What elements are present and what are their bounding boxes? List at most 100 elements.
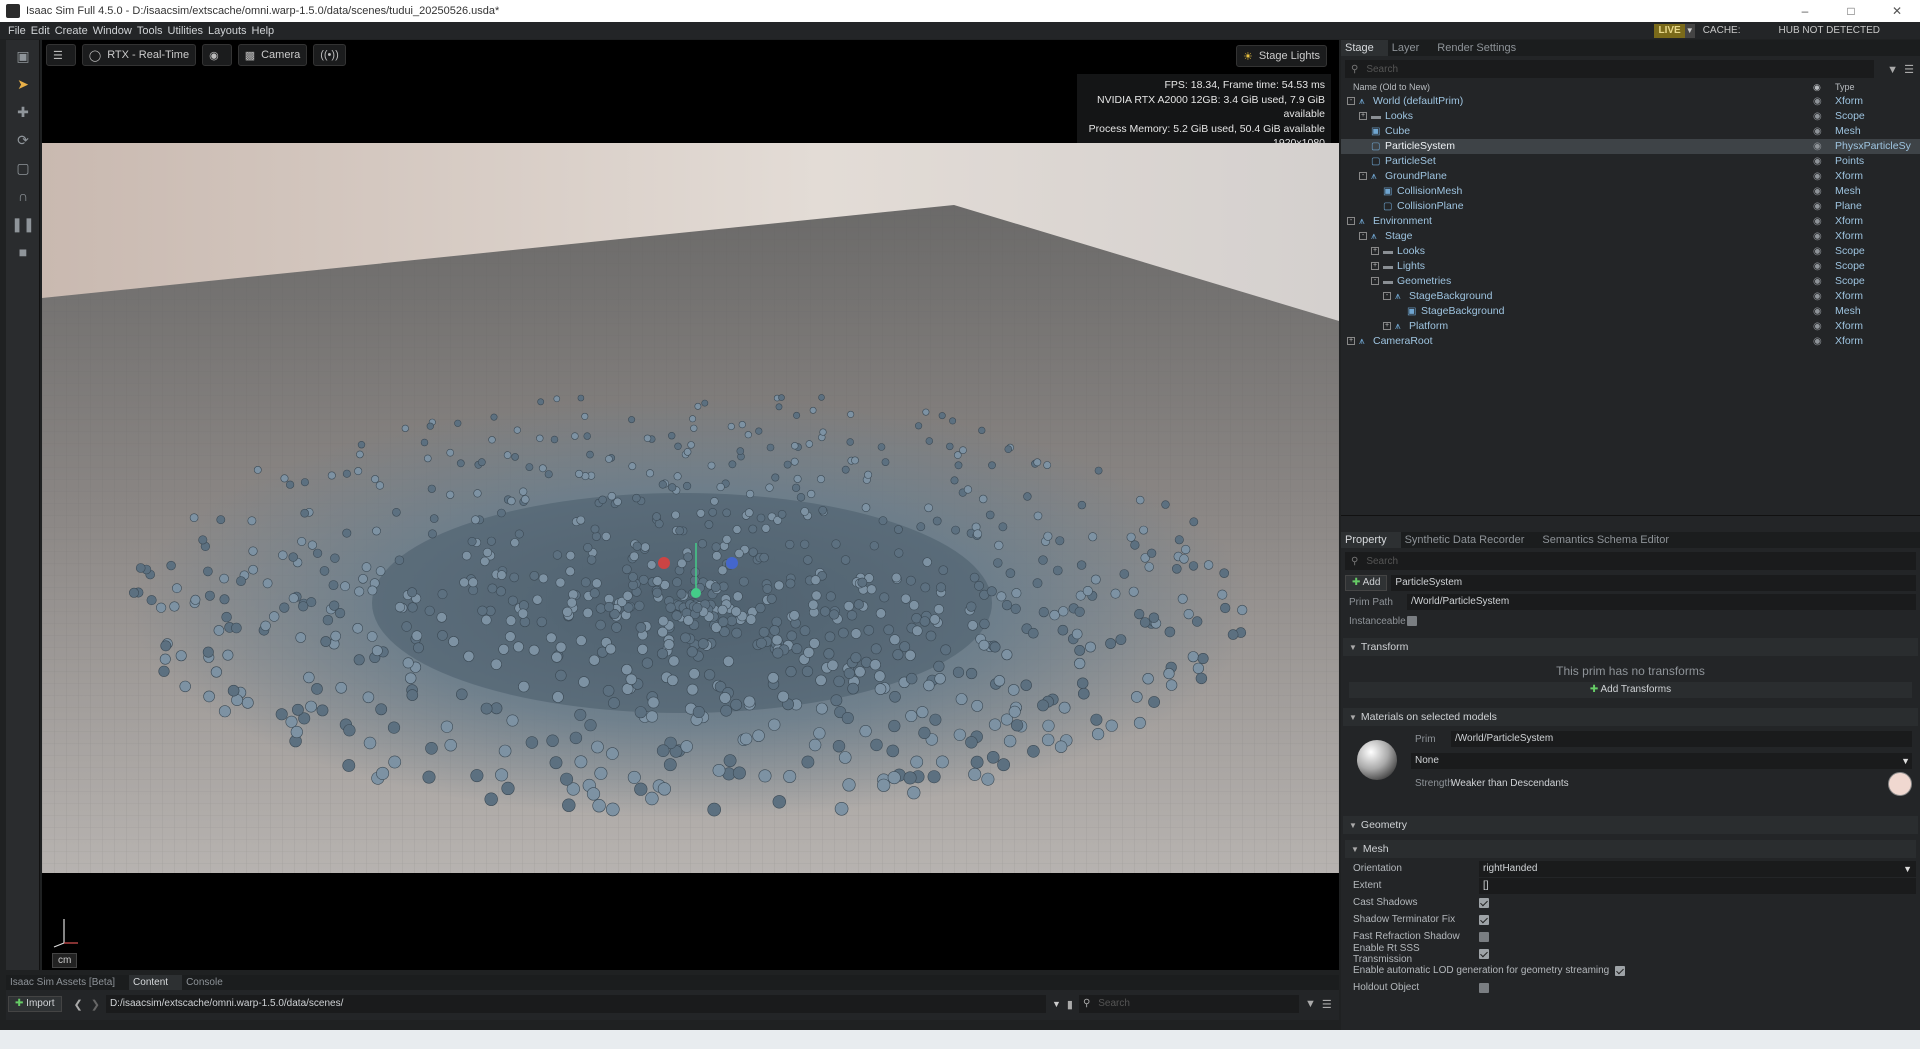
menu-edit[interactable]: Edit [31, 25, 50, 37]
stop-icon[interactable]: ■ [11, 240, 35, 264]
expand-icon[interactable]: + [1359, 112, 1367, 120]
menu-help[interactable]: Help [252, 25, 275, 37]
visibility-eye-icon[interactable]: ◉ [1813, 139, 1822, 154]
stage-tree-row[interactable]: - ⩚ StageBackground ◉ Xform [1341, 289, 1920, 304]
settings-button[interactable]: ☰ [46, 44, 76, 66]
add-transforms-button[interactable]: ✚ Add Transforms [1349, 682, 1912, 698]
geometry-section-header[interactable]: ▼ Geometry [1343, 816, 1918, 834]
visibility-eye-icon[interactable]: ◉ [1813, 229, 1822, 244]
stage-tree-row[interactable]: - ⩚ Stage ◉ Xform [1341, 229, 1920, 244]
expand-icon[interactable]: + [1383, 322, 1391, 330]
tab-content[interactable]: Content [129, 975, 183, 990]
visibility-eye-icon[interactable]: ◉ [1813, 304, 1822, 319]
visibility-eye-icon[interactable]: ◉ [1813, 214, 1822, 229]
stage-tree-row[interactable]: + ▬ Lights ◉ Scope [1341, 259, 1920, 274]
collapse-icon[interactable]: - [1359, 232, 1367, 240]
tab-isaac-sim-assets[interactable]: Isaac Sim Assets [Beta] [6, 975, 129, 990]
options-menu-icon[interactable]: ☰ [1904, 63, 1914, 76]
stage-tree-row[interactable]: ▢ ParticleSet ◉ Points [1341, 154, 1920, 169]
pause-icon[interactable]: ❚❚ [11, 212, 35, 236]
bookmark-icon[interactable]: ▮ [1067, 998, 1073, 1011]
stage-tree-row[interactable]: ▣ Cube ◉ Mesh [1341, 124, 1920, 139]
material-select[interactable]: None [1411, 753, 1912, 769]
prim-path-field[interactable]: /World/ParticleSystem [1407, 594, 1916, 610]
renderer-button[interactable]: ◯ RTX - Real-Time [81, 44, 197, 66]
visibility-eye-icon[interactable]: ◉ [1813, 94, 1822, 109]
visibility-eye-icon[interactable]: ◉ [1813, 124, 1822, 139]
geometry-checkbox[interactable] [1479, 931, 1489, 942]
tab-synthetic-data-recorder[interactable]: Synthetic Data Recorder [1401, 532, 1539, 548]
menu-layouts[interactable]: Layouts [208, 25, 247, 37]
avatar[interactable] [1888, 772, 1912, 796]
maximize-icon[interactable]: □ [1828, 0, 1874, 22]
visibility-eye-icon[interactable]: ◉ [1813, 289, 1822, 304]
filter-icon[interactable]: ▼ [1887, 64, 1898, 76]
col-type-header[interactable]: Type [1835, 82, 1855, 94]
stage-tree-row[interactable]: ▢ ParticleSystem ◉ PhysxParticleSy [1341, 139, 1920, 154]
stage-tree-row[interactable]: + ▬ Looks ◉ Scope [1341, 244, 1920, 259]
filter-icon[interactable]: ▼ [1305, 998, 1316, 1010]
visibility-button[interactable]: ◉ [202, 44, 232, 66]
visibility-eye-icon[interactable]: ◉ [1813, 184, 1822, 199]
viewport[interactable]: ☰ ◯ RTX - Real-Time ◉ ▩ Camera ((•)) ☀ Stag… [42, 40, 1339, 970]
live-button[interactable]: LIVE [1654, 23, 1685, 38]
broadcast-button[interactable]: ((•)) [313, 44, 346, 66]
scene-render[interactable] [42, 143, 1339, 873]
content-path-field[interactable]: D:/isaacsim/extscache/omni.warp-1.5.0/da… [105, 995, 1046, 1013]
snap-icon[interactable]: ∩ [11, 184, 35, 208]
prim-name-field[interactable]: ParticleSystem [1391, 575, 1916, 591]
stage-lights-button[interactable]: ☀ Stage Lights [1235, 45, 1327, 67]
select-arrow-icon[interactable]: ➤ [11, 72, 35, 96]
visibility-eye-icon[interactable]: ◉ [1813, 334, 1822, 349]
visibility-eye-icon[interactable]: ◉ [1813, 154, 1822, 169]
unit-label[interactable]: cm [52, 953, 78, 968]
tab-property[interactable]: Property [1341, 532, 1401, 548]
materials-section-header[interactable]: ▼ Materials on selected models [1343, 708, 1918, 726]
stage-tree-row[interactable]: - ⩚ World (defaultPrim) ◉ Xform [1341, 94, 1920, 109]
rotate-icon[interactable]: ⟳ [11, 128, 35, 152]
tab-layer[interactable]: Layer [1388, 40, 1434, 56]
camera-button[interactable]: ▩ Camera [237, 44, 308, 66]
geometry-checkbox[interactable] [1479, 948, 1489, 959]
scale-icon[interactable]: ▢ [11, 156, 35, 180]
visibility-eye-icon[interactable]: ◉ [1813, 169, 1822, 184]
tab-render-settings[interactable]: Render Settings [1433, 40, 1530, 56]
move-icon[interactable]: ✚ [11, 100, 35, 124]
visibility-eye-icon[interactable]: ◉ [1813, 199, 1822, 214]
back-icon[interactable]: ❮ [74, 998, 83, 1011]
stage-tree-row[interactable]: - ▬ Geometries ◉ Scope [1341, 274, 1920, 289]
stage-tree-row[interactable]: + ⩚ Platform ◉ Xform [1341, 319, 1920, 334]
menu-utilities[interactable]: Utilities [168, 25, 203, 37]
property-search-input[interactable]: ⚲ Search [1345, 552, 1916, 570]
content-search-input[interactable]: ⚲ Search [1078, 995, 1299, 1013]
geometry-checkbox[interactable] [1479, 982, 1489, 993]
collapse-icon[interactable]: - [1371, 277, 1379, 285]
mat-prim-field[interactable]: /World/ParticleSystem [1451, 731, 1912, 747]
menu-file[interactable]: File [8, 25, 26, 37]
minimize-icon[interactable]: – [1782, 0, 1828, 22]
stage-tree-row[interactable]: - ⩚ Environment ◉ Xform [1341, 214, 1920, 229]
instanceable-checkbox[interactable] [1407, 616, 1417, 626]
visibility-eye-icon[interactable]: ◉ [1813, 109, 1822, 124]
stage-tree-row[interactable]: + ▬ Looks ◉ Scope [1341, 109, 1920, 124]
stage-search-input[interactable]: ⚲ Search [1345, 60, 1874, 78]
forward-icon[interactable]: ❯ [91, 998, 100, 1011]
menu-window[interactable]: Window [93, 25, 132, 37]
stage-tree-row[interactable]: - ⩚ GroundPlane ◉ Xform [1341, 169, 1920, 184]
collapse-icon[interactable]: - [1347, 97, 1355, 105]
orientation-select[interactable]: rightHanded ▼ [1479, 860, 1916, 877]
dropdown-arrow-icon[interactable]: ▼ [1901, 756, 1910, 766]
col-name-header[interactable]: Name (Old to New) [1353, 82, 1813, 94]
menu-create[interactable]: Create [55, 25, 88, 37]
expand-icon[interactable]: + [1371, 247, 1379, 255]
mesh-section-header[interactable]: ▼ Mesh [1345, 840, 1916, 858]
select-mode-icon[interactable]: ▣ [11, 44, 35, 68]
path-dropdown-icon[interactable]: ▼ [1052, 999, 1061, 1009]
visibility-eye-icon[interactable]: ◉ [1813, 274, 1822, 289]
live-dropdown-icon[interactable]: ▼ [1684, 23, 1695, 38]
expand-icon[interactable]: + [1371, 262, 1379, 270]
strength-value[interactable]: Weaker than Descendants [1451, 778, 1569, 789]
geometry-checkbox[interactable] [1615, 965, 1626, 976]
stage-tree-row[interactable]: ▣ StageBackground ◉ Mesh [1341, 304, 1920, 319]
import-button[interactable]: ✚ Import [8, 996, 62, 1012]
